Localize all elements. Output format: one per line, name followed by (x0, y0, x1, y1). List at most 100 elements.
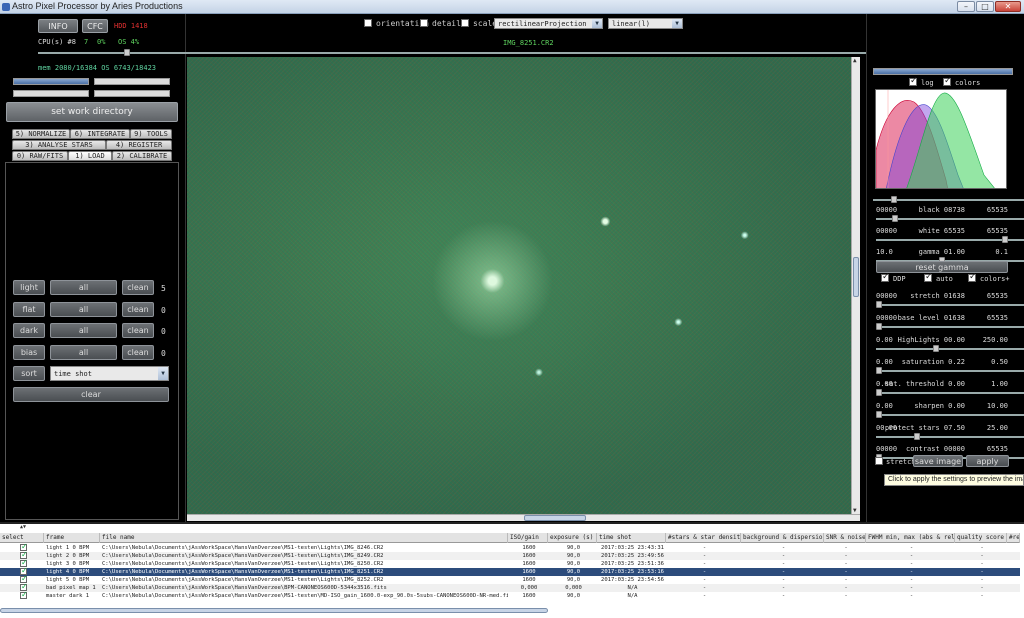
table-row[interactable]: light 3 0 BPM C:\Users\Nebula\Documents\j… (0, 558, 1020, 568)
saturation-slider[interactable] (876, 366, 1024, 375)
dark-button[interactable]: dark (13, 323, 45, 338)
colors-checkbox[interactable] (943, 76, 952, 86)
scroll-up-icon[interactable]: ▲ (853, 57, 857, 64)
table-row[interactable]: light 4 0 BPM C:\Users\Nebula\Documents\j… (0, 566, 1020, 576)
maximize-button[interactable]: □ (976, 1, 994, 12)
sharpen-slider[interactable] (876, 410, 1024, 419)
cell-time: N/A (627, 593, 638, 599)
tab-analyse-stars[interactable]: 3) ANALYSE STARS (12, 140, 106, 150)
sharpen-max: 10.00 (986, 402, 1008, 410)
apply-button[interactable]: apply (966, 455, 1009, 467)
column-header[interactable]: background & dispersion (741, 533, 824, 543)
table-splitter-icon[interactable]: ▲▼ (20, 524, 26, 530)
image-preview[interactable] (187, 57, 851, 514)
column-header[interactable]: SNR & noise (824, 533, 866, 543)
black-slider-knob[interactable] (892, 215, 898, 222)
stretch-mode-select[interactable]: linear(l) ▼ (608, 18, 683, 29)
base-level-slider-knob[interactable] (876, 323, 882, 330)
contrast-min: 00000 (876, 445, 898, 453)
auto-checkbox[interactable] (924, 272, 933, 282)
memory-bar-3 (13, 90, 89, 97)
table-hscroll-thumb[interactable] (0, 608, 548, 613)
ddp-checkbox[interactable] (881, 272, 890, 282)
highlights-slider-knob[interactable] (933, 345, 939, 352)
tab-raw-fits[interactable]: 0) RAW/FITS (12, 151, 68, 161)
hscroll-thumb[interactable] (524, 515, 586, 521)
scroll-thumb[interactable] (853, 257, 859, 297)
stretch-checkbox[interactable] (875, 457, 883, 465)
scale-checkbox[interactable] (461, 19, 469, 27)
vertical-scrollbar[interactable]: ▲ ▼ (851, 57, 860, 514)
cell-q: - (980, 561, 984, 567)
reset-gamma-button[interactable]: reset gamma (876, 261, 1008, 273)
sat-threshold-slider-knob[interactable] (876, 389, 882, 396)
tab-integrate[interactable]: 6) INTEGRATE (70, 129, 130, 139)
light-clean-button[interactable]: clean (122, 280, 154, 295)
set-work-directory-button[interactable]: set work directory (6, 102, 178, 122)
flat-button[interactable]: flat (13, 302, 45, 317)
black-slider[interactable] (876, 214, 1024, 223)
light-all-button[interactable]: all (50, 280, 117, 295)
column-header[interactable]: FWHM min, max (abs & rel) (866, 533, 955, 543)
column-header[interactable]: time shot (597, 533, 666, 543)
dark-clean-button[interactable]: clean (122, 323, 154, 338)
sharpen-slider-knob[interactable] (876, 411, 882, 418)
bias-count: 0 (161, 349, 166, 358)
tab-normalize[interactable]: 5) NORMALIZE (12, 129, 70, 139)
white-slider[interactable] (876, 235, 1024, 244)
tab-calibrate[interactable]: 2) CALIBRATE (112, 151, 172, 161)
column-header[interactable]: quality score (955, 533, 1007, 543)
column-header[interactable]: ISO/gain (508, 533, 548, 543)
protect-stars-slider-knob[interactable] (914, 433, 920, 440)
bias-all-button[interactable]: all (50, 345, 117, 360)
bias-clean-button[interactable]: clean (122, 345, 154, 360)
stretch-slider-knob[interactable] (876, 301, 882, 308)
tab-register[interactable]: 4) REGISTER (106, 140, 172, 150)
info-button[interactable]: INFO (38, 19, 78, 33)
save-image-button[interactable]: save image (913, 455, 963, 467)
column-header[interactable]: file name (100, 533, 508, 543)
cell-frame: light 3 0 BPM (46, 561, 90, 567)
projection-select[interactable]: rectilinearProjection ▼ (494, 18, 603, 29)
table-row[interactable]: light 2 0 BPM C:\Users\Nebula\Documents\j… (0, 550, 1020, 560)
sort-button[interactable]: sort (13, 366, 45, 381)
flat-all-button[interactable]: all (50, 302, 117, 317)
scroll-down-icon[interactable]: ▼ (853, 507, 857, 514)
column-header[interactable]: exposure (s) (548, 533, 597, 543)
tab-load[interactable]: 1) LOAD (68, 151, 112, 161)
column-header[interactable]: #reg (1007, 533, 1020, 543)
clear-button[interactable]: clear (13, 387, 169, 402)
row-select-checkbox[interactable] (20, 590, 28, 599)
table-row[interactable]: light 1 0 BPM C:\Users\Nebula\Documents\j… (0, 542, 1020, 552)
details-checkbox[interactable] (420, 19, 428, 27)
colors-plus-checkbox[interactable] (968, 272, 977, 282)
cpu-slider[interactable] (38, 48, 1024, 57)
minimize-button[interactable]: – (957, 1, 975, 12)
highlights-slider[interactable] (876, 344, 1024, 353)
cfc-button[interactable]: CFC (82, 19, 108, 33)
cell-frame: light 1 0 BPM (46, 545, 90, 551)
log-checkbox[interactable] (909, 76, 918, 86)
highlights-max: 250.00 (982, 336, 1008, 344)
table-row[interactable]: master dark 1 C:\Users\Nebula\Documents\j… (0, 590, 1020, 600)
flat-clean-button[interactable]: clean (122, 302, 154, 317)
dark-all-button[interactable]: all (50, 323, 117, 338)
close-button[interactable]: ✕ (995, 1, 1021, 12)
base-level-slider[interactable] (876, 322, 1024, 331)
black-slider-top[interactable] (873, 195, 1024, 204)
column-header[interactable]: frame (44, 533, 100, 543)
sort-select[interactable]: time shot ▼ (50, 366, 169, 381)
light-button[interactable]: light (13, 280, 45, 295)
white-slider-knob[interactable] (1002, 236, 1008, 243)
orientation-checkbox[interactable] (364, 19, 372, 27)
horizontal-scrollbar[interactable] (187, 514, 860, 521)
saturation-slider-knob[interactable] (876, 367, 882, 374)
protect-stars-slider[interactable] (876, 432, 1024, 441)
table-row[interactable]: bad pixel map 1 C:\Users\Nebula\Documents… (0, 582, 1020, 592)
table-row[interactable]: light 5 0 BPM C:\Users\Nebula\Documents\j… (0, 574, 1020, 584)
bias-button[interactable]: bias (13, 345, 45, 360)
sat-threshold-slider[interactable] (876, 388, 1024, 397)
stretch-slider[interactable] (876, 300, 1024, 309)
tab-tools[interactable]: 9) TOOLS (130, 129, 172, 139)
column-header[interactable]: #stars & star density (666, 533, 741, 543)
